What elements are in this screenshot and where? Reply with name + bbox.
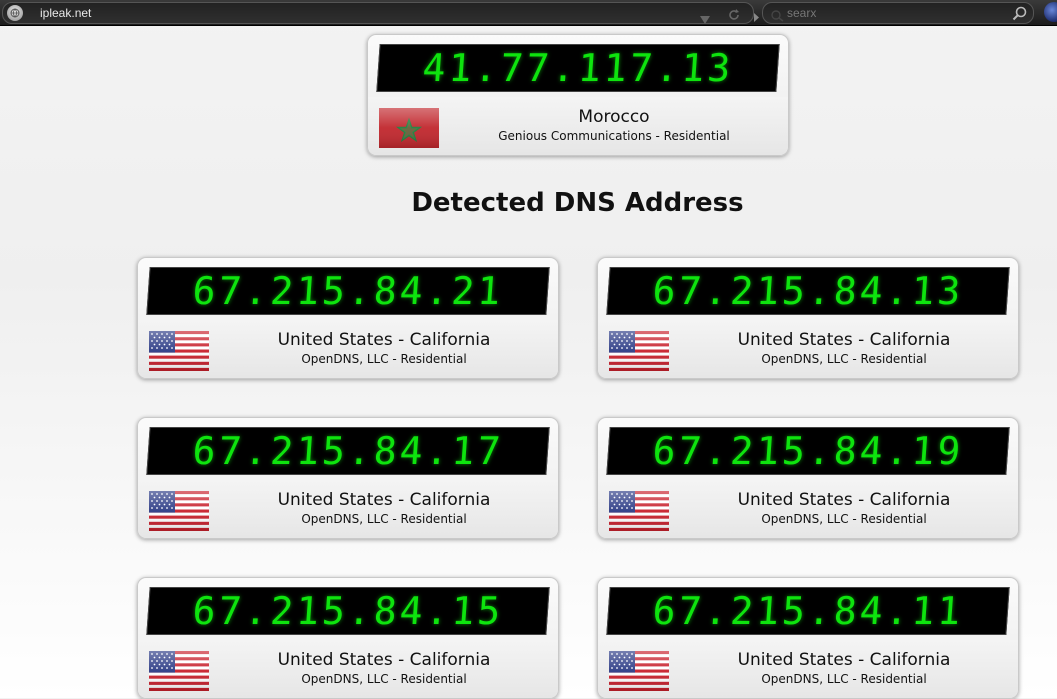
separator-arrow-icon: [754, 7, 759, 26]
ip-address-display: 41.77.117.13: [376, 44, 780, 92]
dns-info-panel: United States - California OpenDNS, LLC …: [598, 640, 1018, 698]
dns-info-panel: United States - California OpenDNS, LLC …: [598, 480, 1018, 538]
ip-address-card: 41.77.117.13 Morocco Genious Communicati…: [367, 34, 789, 156]
dns-card: 67.215.84.15 United States - California …: [137, 577, 559, 699]
browser-menu-icon[interactable]: [1044, 2, 1057, 22]
dns-isp: OpenDNS, LLC - Residential: [301, 672, 467, 686]
dns-country: United States - California: [737, 490, 951, 510]
dns-ip-display: 67.215.84.11: [606, 587, 1010, 635]
dns-section-title: Detected DNS Address: [411, 188, 744, 218]
url-bar[interactable]: ipleak.net: [2, 2, 754, 24]
dns-country: United States - California: [737, 650, 951, 670]
dns-info-panel: United States - California OpenDNS, LLC …: [138, 320, 558, 378]
dns-ip-display: 67.215.84.21: [146, 267, 550, 315]
dns-info-panel: United States - California OpenDNS, LLC …: [138, 640, 558, 698]
dns-ip-display: 67.215.84.17: [146, 427, 550, 475]
dns-info-panel: United States - California OpenDNS, LLC …: [598, 320, 1018, 378]
usa-flag-icon: [149, 491, 209, 531]
dns-card: 67.215.84.19 United States - California …: [597, 417, 1019, 539]
reload-icon[interactable]: [727, 7, 741, 26]
globe-icon[interactable]: [7, 5, 23, 21]
dns-ip-display: 67.215.84.19: [606, 427, 1010, 475]
dns-card: 67.215.84.13 United States - California …: [597, 257, 1019, 379]
usa-flag-icon: [609, 331, 669, 371]
search-input[interactable]: searx: [787, 6, 816, 20]
usa-flag-icon: [609, 651, 669, 691]
ip-isp: Genious Communications - Residential: [498, 129, 730, 143]
morocco-flag-icon: [379, 108, 439, 148]
usa-flag-icon: [149, 651, 209, 691]
usa-flag-icon: [149, 331, 209, 371]
search-engine-icon[interactable]: [771, 7, 784, 26]
dns-ip-display: 67.215.84.15: [146, 587, 550, 635]
dns-isp: OpenDNS, LLC - Residential: [761, 512, 927, 526]
browser-toolbar: ipleak.net searx: [0, 0, 1057, 26]
dns-isp: OpenDNS, LLC - Residential: [301, 512, 467, 526]
dns-country: United States - California: [277, 330, 491, 350]
ip-country: Morocco: [578, 107, 650, 127]
search-icon[interactable]: [1012, 6, 1027, 25]
dns-card: 67.215.84.21 United States - California …: [137, 257, 559, 379]
dns-card: 67.215.84.11 United States - California …: [597, 577, 1019, 699]
dns-isp: OpenDNS, LLC - Residential: [761, 672, 927, 686]
dns-ip-display: 67.215.84.13: [606, 267, 1010, 315]
url-text[interactable]: ipleak.net: [40, 6, 91, 20]
dns-isp: OpenDNS, LLC - Residential: [301, 352, 467, 366]
dns-card: 67.215.84.17 United States - California …: [137, 417, 559, 539]
usa-flag-icon: [609, 491, 669, 531]
dns-country: United States - California: [277, 490, 491, 510]
dns-country: United States - California: [277, 650, 491, 670]
dns-isp: OpenDNS, LLC - Residential: [761, 352, 927, 366]
dns-info-panel: United States - California OpenDNS, LLC …: [138, 480, 558, 538]
dropdown-arrow-icon[interactable]: [700, 9, 710, 28]
ip-info-panel: Morocco Genious Communications - Residen…: [368, 97, 788, 155]
dns-country: United States - California: [737, 330, 951, 350]
search-bar[interactable]: searx: [762, 2, 1034, 24]
